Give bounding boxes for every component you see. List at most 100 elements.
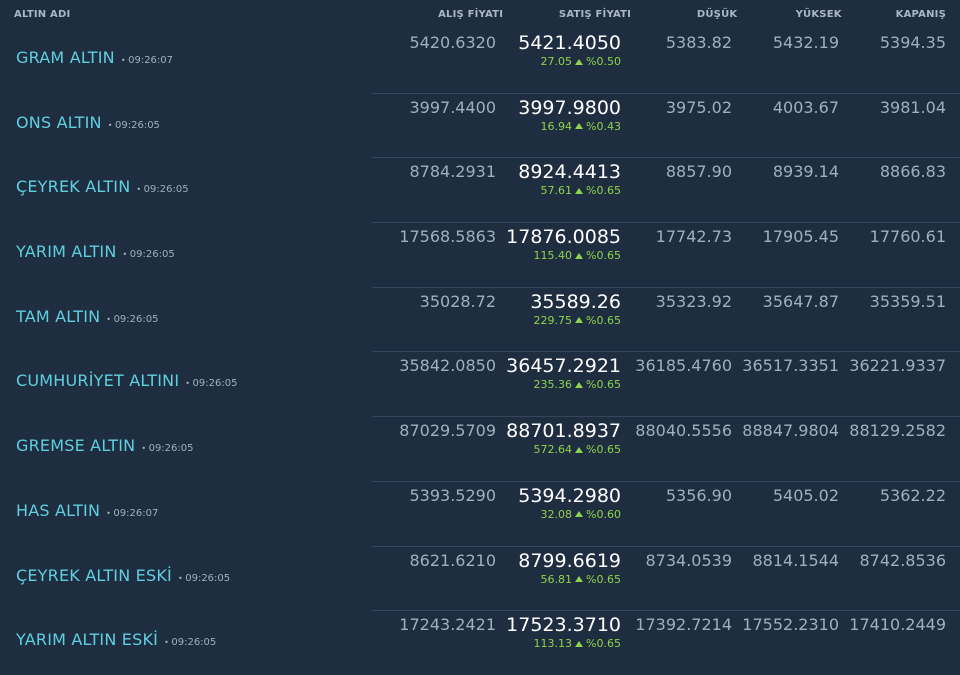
kapanis-price: 3981.04 xyxy=(879,97,946,117)
change-value: 572.64 xyxy=(533,443,573,457)
yuksek-price: 5432.19 xyxy=(772,33,839,52)
alis-price: 8784.2931 xyxy=(409,162,496,182)
gold-name[interactable]: ÇEYREK ALTIN xyxy=(16,177,130,196)
table-row[interactable]: YARIM ALTIN ESKİ 09:26:05 17243.2421 175… xyxy=(0,610,960,675)
yuksek-price: 17905.45 xyxy=(762,227,839,247)
gold-name[interactable]: HAS ALTIN xyxy=(16,501,100,520)
update-time: 09:26:05 xyxy=(136,184,189,195)
kapanis-price: 36221.9337 xyxy=(849,356,946,376)
table-row[interactable]: TAM ALTIN 09:26:05 35028.72 35589.26 229… xyxy=(0,286,960,352)
table-row[interactable]: ÇEYREK ALTIN ESKİ 09:26:05 8621.6210 879… xyxy=(0,545,960,611)
header-yuksek[interactable]: YÜKSEK xyxy=(737,9,842,20)
header-kapanis[interactable]: KAPANIŞ xyxy=(842,9,946,20)
change-percent: %0.65 xyxy=(586,184,621,198)
header-satis[interactable]: SATIŞ FİYATI xyxy=(503,9,631,20)
satis-price: 3997.9800 xyxy=(518,96,621,119)
satis-cell: 5421.4050 27.05 %0.50 xyxy=(518,31,621,69)
change-percent: %0.50 xyxy=(586,55,621,68)
dusuk-price: 8857.90 xyxy=(665,162,732,182)
change-value: 56.81 xyxy=(540,572,573,586)
table-row[interactable]: ÇEYREK ALTIN 09:26:05 8784.2931 8924.441… xyxy=(0,157,960,222)
change-value: 16.94 xyxy=(540,119,573,133)
up-arrow-icon xyxy=(575,576,584,582)
up-arrow-icon xyxy=(575,640,584,647)
satis-price: 5421.4050 xyxy=(518,32,621,54)
price-change: 32.08 %0.60 xyxy=(518,508,621,522)
up-arrow-icon xyxy=(575,252,584,259)
up-arrow-icon xyxy=(575,381,584,388)
row-divider xyxy=(372,222,960,224)
gold-name[interactable]: CUMHURİYET ALTINI xyxy=(16,371,179,390)
table-row[interactable]: YARIM ALTIN 09:26:05 17568.5863 17876.00… xyxy=(0,222,960,287)
satis-cell: 88701.8937 572.64 %0.65 xyxy=(506,419,621,457)
alis-price: 17568.5863 xyxy=(399,227,496,247)
change-value: 113.13 xyxy=(533,637,573,651)
satis-price: 8924.4413 xyxy=(518,161,621,184)
gold-name[interactable]: GRAM ALTIN xyxy=(16,48,115,67)
dusuk-price: 88040.5556 xyxy=(635,421,732,441)
dusuk-price: 8734.0539 xyxy=(645,550,732,570)
up-arrow-icon xyxy=(575,187,584,194)
row-divider xyxy=(372,157,960,159)
gold-name[interactable]: ÇEYREK ALTIN ESKİ xyxy=(16,566,172,585)
change-percent: %0.43 xyxy=(586,119,621,133)
gold-name-cell[interactable]: HAS ALTIN 09:26:07 xyxy=(16,501,158,520)
price-change: 115.40 %0.65 xyxy=(506,249,621,263)
table-row[interactable]: GRAM ALTIN 09:26:07 5420.6320 5421.4050 … xyxy=(0,28,960,93)
update-time: 09:26:05 xyxy=(164,637,216,648)
change-value: 57.61 xyxy=(540,184,573,198)
gold-name-cell[interactable]: ÇEYREK ALTIN ESKİ 09:26:05 xyxy=(16,566,230,585)
update-time: 09:26:05 xyxy=(106,314,159,325)
alis-price: 8621.6210 xyxy=(409,550,496,570)
update-time: 09:26:05 xyxy=(141,443,194,454)
gold-name[interactable]: ONS ALTIN xyxy=(16,113,102,132)
gold-name[interactable]: YARIM ALTIN xyxy=(16,242,117,261)
up-arrow-icon xyxy=(575,511,584,518)
gold-name[interactable]: GREMSE ALTIN xyxy=(16,436,135,455)
satis-price: 36457.2921 xyxy=(506,355,621,378)
gold-name-cell[interactable]: GREMSE ALTIN 09:26:05 xyxy=(16,436,194,455)
table-row[interactable]: GREMSE ALTIN 09:26:05 87029.5709 88701.8… xyxy=(0,416,960,481)
table-row[interactable]: ONS ALTIN 09:26:05 3997.4400 3997.9800 1… xyxy=(0,92,960,158)
row-divider xyxy=(372,286,960,288)
gold-name-cell[interactable]: TAM ALTIN 09:26:05 xyxy=(16,307,158,326)
gold-name-cell[interactable]: ÇEYREK ALTIN 09:26:05 xyxy=(16,177,189,196)
table-body: GRAM ALTIN 09:26:07 5420.6320 5421.4050 … xyxy=(0,28,960,675)
price-change: 235.36 %0.65 xyxy=(506,378,621,392)
satis-price: 35589.26 xyxy=(530,290,621,313)
satis-price: 88701.8937 xyxy=(506,420,621,443)
change-value: 229.75 xyxy=(533,313,573,327)
yuksek-price: 35647.87 xyxy=(762,291,839,311)
header-dusuk[interactable]: DÜŞÜK xyxy=(631,9,737,20)
up-arrow-icon xyxy=(575,123,584,130)
gold-name-cell[interactable]: ONS ALTIN 09:26:05 xyxy=(16,113,160,132)
yuksek-price: 8814.1544 xyxy=(752,550,839,570)
kapanis-price: 8742.8536 xyxy=(859,550,946,570)
kapanis-price: 88129.2582 xyxy=(849,421,946,441)
gold-name-cell[interactable]: CUMHURİYET ALTINI 09:26:05 xyxy=(16,371,237,390)
update-time: 09:26:05 xyxy=(185,378,238,389)
change-value: 235.36 xyxy=(533,378,573,392)
dusuk-price: 5383.82 xyxy=(665,33,732,52)
row-divider xyxy=(372,416,960,418)
yuksek-price: 88847.9804 xyxy=(742,421,839,441)
table-row[interactable]: CUMHURİYET ALTINI 09:26:05 35842.0850 36… xyxy=(0,351,960,416)
gold-name-cell[interactable]: YARIM ALTIN 09:26:05 xyxy=(16,242,175,261)
kapanis-price: 5394.35 xyxy=(879,33,946,52)
gold-name[interactable]: TAM ALTIN xyxy=(16,307,100,326)
kapanis-price: 35359.51 xyxy=(869,291,946,311)
gold-name-cell[interactable]: GRAM ALTIN 09:26:07 xyxy=(16,48,173,67)
kapanis-price: 8866.83 xyxy=(879,162,946,182)
header-name[interactable]: ALTIN ADI xyxy=(14,9,373,20)
update-time: 09:26:05 xyxy=(108,120,160,131)
gold-name-cell[interactable]: YARIM ALTIN ESKİ 09:26:05 xyxy=(16,630,216,649)
gold-price-table: ALTIN ADI ALIŞ FİYATI SATIŞ FİYATI DÜŞÜK… xyxy=(0,0,960,675)
satis-cell: 8799.6619 56.81 %0.65 xyxy=(518,549,621,587)
header-alis[interactable]: ALIŞ FİYATI xyxy=(373,9,503,20)
gold-name[interactable]: YARIM ALTIN ESKİ xyxy=(16,630,158,649)
table-row[interactable]: HAS ALTIN 09:26:07 5393.5290 5394.2980 3… xyxy=(0,480,960,546)
yuksek-price: 36517.3351 xyxy=(742,356,839,376)
satis-cell: 36457.2921 235.36 %0.65 xyxy=(506,354,621,392)
change-percent: %0.60 xyxy=(586,507,621,521)
alis-price: 87029.5709 xyxy=(399,421,496,441)
